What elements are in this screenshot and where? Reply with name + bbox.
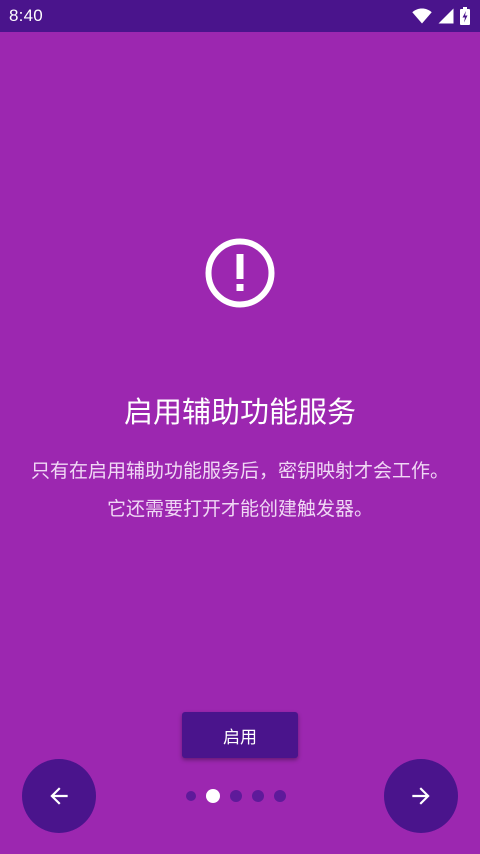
- next-button[interactable]: [384, 759, 458, 833]
- intro-slide: 启用辅助功能服务 只有在启用辅助功能服务后，密钥映射才会工作。它还需要打开才能创…: [0, 32, 480, 854]
- enable-button[interactable]: 启用: [182, 712, 298, 758]
- status-icons: [412, 7, 470, 25]
- wifi-icon: [412, 8, 432, 24]
- slide-title: 启用辅助功能服务: [123, 395, 356, 429]
- page-dot-active: [206, 789, 220, 803]
- page-dot: [186, 791, 196, 801]
- page-indicator: [186, 789, 286, 803]
- arrow-left-icon: [50, 787, 68, 805]
- arrow-right-icon: [412, 787, 430, 805]
- page-dot: [274, 790, 286, 802]
- battery-charging-icon: [460, 7, 470, 25]
- status-time: 8:40: [9, 6, 43, 25]
- status-bar: 8:40: [0, 0, 480, 32]
- slide-description: 只有在启用辅助功能服务后，密钥映射才会工作。它还需要打开才能创建触发器。: [30, 460, 449, 520]
- page-dot: [230, 790, 242, 802]
- previous-button[interactable]: [22, 759, 96, 833]
- page-dot: [252, 790, 264, 802]
- signal-icon: [438, 8, 454, 24]
- alert-circle-icon: [205, 238, 275, 308]
